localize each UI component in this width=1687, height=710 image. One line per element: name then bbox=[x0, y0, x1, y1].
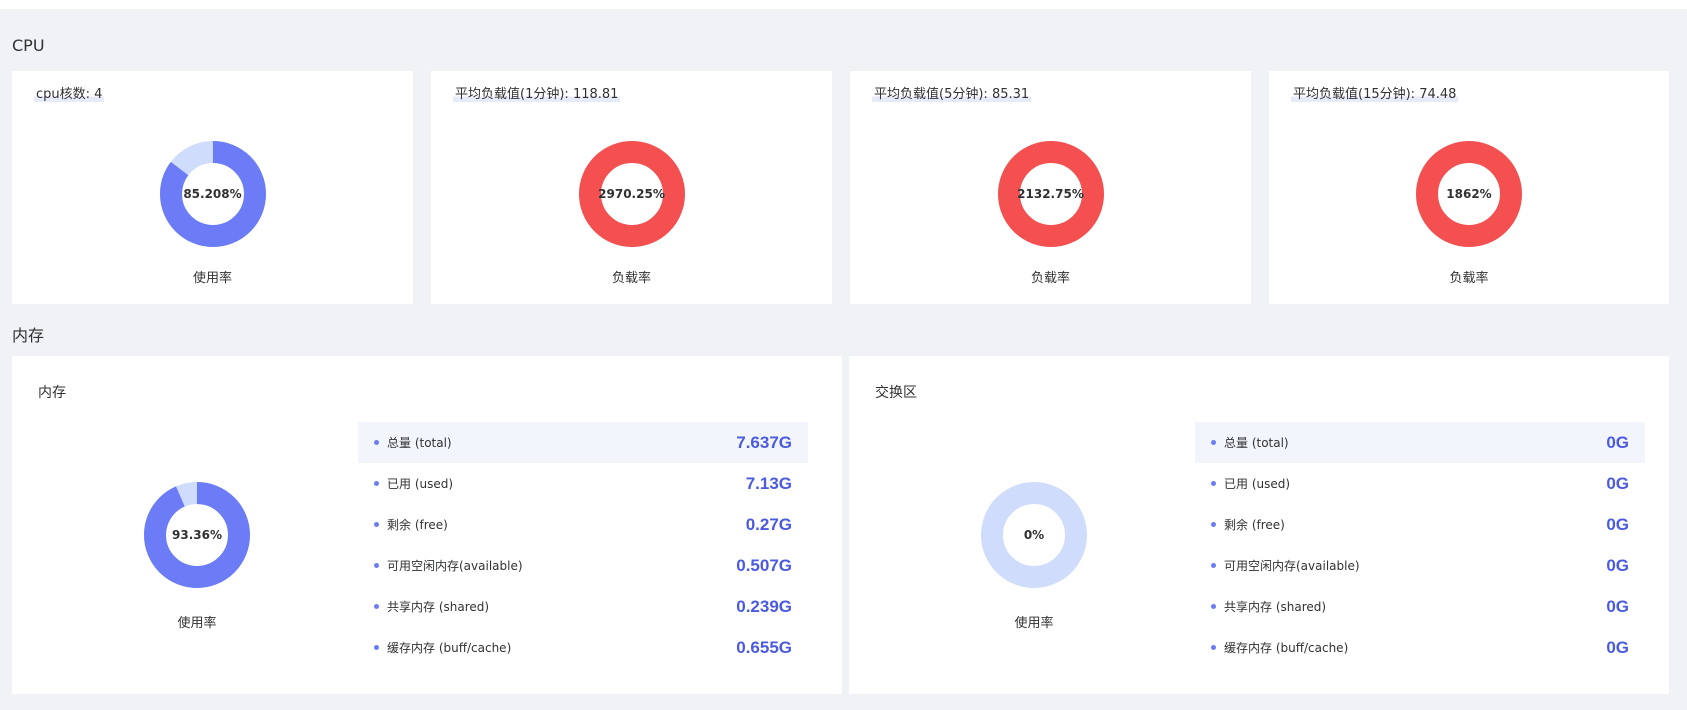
stat-value: 0.27G bbox=[745, 514, 792, 534]
stat-value: 0.239G bbox=[736, 596, 792, 616]
donut-caption: 使用率 bbox=[192, 271, 232, 286]
bullet-dot-icon bbox=[374, 604, 379, 609]
stat-row-used: 已用 (used) 0G bbox=[1195, 463, 1645, 504]
bullet-dot-icon bbox=[374, 645, 379, 650]
swap-usage-donut: 0% bbox=[981, 482, 1087, 588]
card-header: 平均负载值(1分钟): 118.81 bbox=[453, 83, 621, 102]
stat-key: 总量 (total) bbox=[1224, 436, 1289, 450]
load-donut: 1862% bbox=[1416, 141, 1522, 247]
bullet-dot-icon bbox=[374, 481, 379, 486]
stat-key: 缓存内存 (buff/cache) bbox=[387, 641, 512, 655]
memory-stats-list: 总量 (total) 7.637G 已用 (used) 7.13G 剩余 (free… bbox=[358, 422, 808, 668]
bullet-dot-icon bbox=[1211, 604, 1216, 609]
swap-card: 交换区 0% 使用率 总量 (total) 0G 已用 (used) 0G 剩余 (… bbox=[849, 356, 1669, 694]
stat-key: 已用 (used) bbox=[1224, 477, 1291, 491]
donut-caption: 使用率 bbox=[177, 616, 217, 631]
header-value: 85.31 bbox=[991, 87, 1030, 102]
stat-row-used: 已用 (used) 7.13G bbox=[358, 463, 808, 504]
stat-row-total: 总量 (total) 0G bbox=[1195, 422, 1645, 463]
memory-card: 内存 93.36% 使用率 总量 (total) 7.637G 已用 (used)… bbox=[12, 356, 842, 694]
stat-value: 0G bbox=[1606, 432, 1629, 452]
donut-caption: 负载率 bbox=[1449, 271, 1489, 286]
donut-caption: 负载率 bbox=[611, 271, 651, 286]
stat-value: 0G bbox=[1606, 555, 1629, 575]
header-value: 74.48 bbox=[1419, 87, 1457, 102]
load-1min-card: 平均负载值(1分钟): 118.81 2970.25% 负载率 bbox=[431, 71, 832, 304]
usage-donut: 85.208% bbox=[159, 141, 266, 247]
donut-caption: 使用率 bbox=[1014, 616, 1054, 631]
memory-usage-donut: 93.36% bbox=[144, 482, 250, 588]
stat-row-buff-cache: 缓存内存 (buff/cache) 0G bbox=[1195, 627, 1645, 668]
stat-row-free: 剩余 (free) 0G bbox=[1195, 504, 1645, 545]
bullet-dot-icon bbox=[374, 440, 379, 445]
header-label: 平均负载值(15分钟): bbox=[1293, 87, 1416, 102]
header-value: 4 bbox=[94, 87, 103, 102]
bullet-dot-icon bbox=[374, 522, 379, 527]
cpu-section-title: CPU bbox=[12, 36, 45, 55]
header-label: cpu核数: bbox=[36, 87, 91, 102]
stat-row-total: 总量 (total) 7.637G bbox=[358, 422, 808, 463]
donut-percent: 1862% bbox=[1446, 187, 1492, 201]
stat-value: 7.637G bbox=[736, 432, 792, 452]
stat-value: 0G bbox=[1606, 514, 1629, 534]
stat-row-available: 可用空闲内存(available) 0.507G bbox=[358, 545, 808, 586]
donut-caption: 负载率 bbox=[1030, 271, 1070, 286]
donut-percent: 2132.75% bbox=[1017, 187, 1084, 201]
stat-row-available: 可用空闲内存(available) 0G bbox=[1195, 545, 1645, 586]
stat-value: 0G bbox=[1606, 596, 1629, 616]
donut-percent: 2970.25% bbox=[598, 187, 665, 201]
top-bar bbox=[0, 0, 1687, 9]
stat-key: 剩余 (free) bbox=[1224, 518, 1285, 532]
stat-value: 0G bbox=[1606, 637, 1629, 657]
load-15min-card: 平均负载值(15分钟): 74.48 1862% 负载率 bbox=[1269, 71, 1669, 304]
stat-key: 缓存内存 (buff/cache) bbox=[1224, 641, 1349, 655]
stat-key: 共享内存 (shared) bbox=[387, 600, 490, 614]
header-label: 平均负载值(5分钟): bbox=[874, 87, 988, 102]
load-5min-card: 平均负载值(5分钟): 85.31 2132.75% 负载率 bbox=[850, 71, 1251, 304]
stat-key: 总量 (total) bbox=[387, 436, 452, 450]
donut-percent: 93.36% bbox=[172, 528, 222, 542]
stat-row-free: 剩余 (free) 0.27G bbox=[358, 504, 808, 545]
stat-key: 已用 (used) bbox=[387, 477, 454, 491]
stat-row-shared: 共享内存 (shared) 0.239G bbox=[358, 586, 808, 627]
stat-value: 0.655G bbox=[736, 637, 792, 657]
swap-card-title: 交换区 bbox=[875, 385, 917, 401]
bullet-dot-icon bbox=[1211, 440, 1216, 445]
cpu-cores-card: cpu核数: 4 85.208% 使用率 bbox=[12, 71, 413, 304]
stat-key: 共享内存 (shared) bbox=[1224, 600, 1327, 614]
memory-card-title: 内存 bbox=[38, 385, 66, 401]
donut-percent: 0% bbox=[1023, 528, 1045, 542]
bullet-dot-icon bbox=[1211, 522, 1216, 527]
stat-row-shared: 共享内存 (shared) 0G bbox=[1195, 586, 1645, 627]
load-donut: 2132.75% bbox=[997, 141, 1104, 247]
stat-key: 可用空闲内存(available) bbox=[387, 559, 523, 573]
header-value: 118.81 bbox=[572, 87, 619, 102]
bullet-dot-icon bbox=[1211, 645, 1216, 650]
memory-section-title: 内存 bbox=[12, 326, 45, 345]
card-header: cpu核数: 4 bbox=[34, 83, 105, 102]
bullet-dot-icon bbox=[374, 563, 379, 568]
stat-row-buff-cache: 缓存内存 (buff/cache) 0.655G bbox=[358, 627, 808, 668]
card-header: 平均负载值(15分钟): 74.48 bbox=[1291, 83, 1459, 102]
stat-key: 剩余 (free) bbox=[387, 518, 448, 532]
header-label: 平均负载值(1分钟): bbox=[455, 87, 569, 102]
bullet-dot-icon bbox=[1211, 481, 1216, 486]
donut-percent: 85.208% bbox=[183, 187, 242, 201]
bullet-dot-icon bbox=[1211, 563, 1216, 568]
stat-value: 7.13G bbox=[745, 473, 792, 493]
card-header: 平均负载值(5分钟): 85.31 bbox=[872, 83, 1032, 102]
load-donut: 2970.25% bbox=[578, 141, 685, 247]
swap-stats-list: 总量 (total) 0G 已用 (used) 0G 剩余 (free) 0G 可用空… bbox=[1195, 422, 1645, 668]
stat-value: 0G bbox=[1606, 473, 1629, 493]
stat-key: 可用空闲内存(available) bbox=[1224, 559, 1360, 573]
stat-value: 0.507G bbox=[736, 555, 792, 575]
